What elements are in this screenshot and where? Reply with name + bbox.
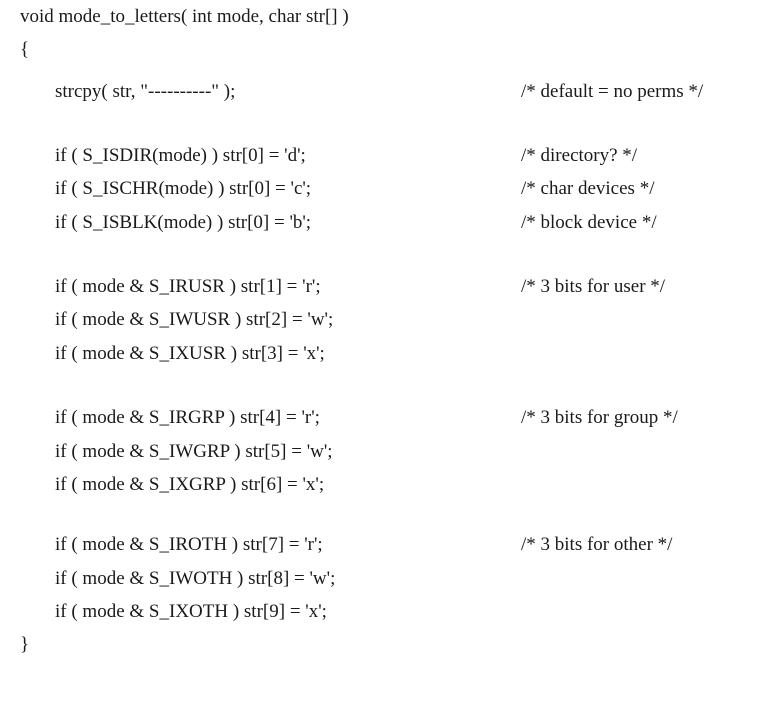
code-line: if ( mode & S_IWOTH ) str[8] = 'w';: [0, 564, 776, 594]
code-line: if ( mode & S_IXOTH ) str[9] = 'x';: [0, 597, 776, 627]
code-comment: /* 3 bits for other */: [521, 534, 673, 555]
code-text: if ( mode & S_IROTH ) str[7] = 'r';: [55, 534, 323, 555]
code-text: if ( S_ISDIR(mode) ) str[0] = 'd';: [55, 145, 306, 166]
code-comment: /* default = no perms */: [521, 81, 704, 102]
code-line: if ( mode & S_IXGRP ) str[6] = 'x';: [0, 470, 776, 500]
code-comment: /* 3 bits for user */: [521, 276, 666, 297]
code-listing: void mode_to_letters( int mode, char str…: [0, 0, 776, 664]
code-text: if ( mode & S_IXOTH ) str[9] = 'x';: [55, 601, 327, 622]
code-comment: /* 3 bits for group */: [521, 407, 678, 428]
code-text: void mode_to_letters( int mode, char str…: [20, 6, 349, 27]
code-line: if ( S_ISCHR(mode) ) str[0] = 'c'; /* ch…: [0, 174, 776, 204]
code-line: if ( S_ISBLK(mode) ) str[0] = 'b'; /* bl…: [0, 208, 776, 238]
code-line: if ( mode & S_IXUSR ) str[3] = 'x';: [0, 339, 776, 369]
code-line-function-signature: void mode_to_letters( int mode, char str…: [0, 2, 776, 32]
code-text: if ( S_ISBLK(mode) ) str[0] = 'b';: [55, 212, 312, 233]
code-line: if ( mode & S_IRGRP ) str[4] = 'r'; /* 3…: [0, 403, 776, 433]
code-text: if ( mode & S_IXGRP ) str[6] = 'x';: [55, 474, 325, 495]
code-line: if ( mode & S_IWGRP ) str[5] = 'w';: [0, 437, 776, 467]
code-text: if ( mode & S_IWGRP ) str[5] = 'w';: [55, 441, 333, 462]
code-text: if ( mode & S_IWUSR ) str[2] = 'w';: [55, 309, 334, 330]
code-text: if ( mode & S_IWOTH ) str[8] = 'w';: [55, 568, 336, 589]
code-text: {: [20, 39, 30, 60]
code-text: if ( mode & S_IRGRP ) str[4] = 'r';: [55, 407, 320, 428]
code-text: if ( mode & S_IXUSR ) str[3] = 'x';: [55, 343, 325, 364]
code-line: if ( mode & S_IRUSR ) str[1] = 'r'; /* 3…: [0, 272, 776, 302]
code-line-open-brace: {: [0, 35, 776, 65]
code-line: if ( mode & S_IWUSR ) str[2] = 'w';: [0, 305, 776, 335]
code-text: if ( S_ISCHR(mode) ) str[0] = 'c';: [55, 178, 312, 199]
code-text: strcpy( str, "----------" );: [55, 81, 236, 102]
code-comment: /* directory? */: [521, 145, 638, 166]
code-text: }: [20, 634, 30, 655]
code-text: if ( mode & S_IRUSR ) str[1] = 'r';: [55, 276, 321, 297]
code-comment: /* char devices */: [521, 178, 655, 199]
code-line-close-brace: }: [0, 630, 776, 660]
code-line: if ( mode & S_IROTH ) str[7] = 'r'; /* 3…: [0, 530, 776, 560]
code-line-strcpy: strcpy( str, "----------" ); /* default …: [0, 77, 776, 107]
code-line: if ( S_ISDIR(mode) ) str[0] = 'd'; /* di…: [0, 141, 776, 171]
code-comment: /* block device */: [521, 212, 657, 233]
